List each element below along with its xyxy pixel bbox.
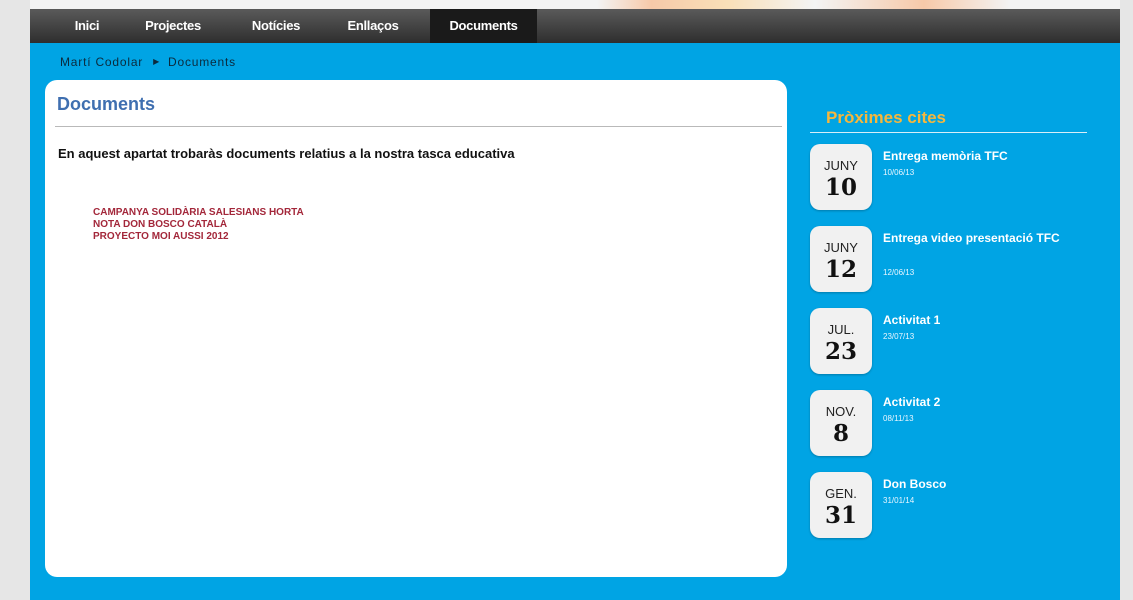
event-title-link[interactable]: Activitat 2 — [883, 394, 1083, 411]
calendar-date-badge: JUNY 12 — [810, 226, 872, 292]
event-day: 31 — [824, 502, 857, 529]
event-month: GEN. — [825, 486, 857, 501]
nav-item-enllacos[interactable]: Enllaços — [338, 9, 408, 43]
calendar-date-badge: NOV. 8 — [810, 390, 872, 456]
header-banner-strip — [30, 0, 1120, 9]
document-link[interactable]: PROYECTO MOI AUSSI 2012 — [93, 231, 304, 243]
sidebar-title: Pròximes cites — [826, 108, 947, 127]
document-link[interactable]: CAMPANYA SOLIDÀRIA SALESIANS HORTA — [93, 207, 304, 219]
title-divider — [55, 126, 782, 127]
event-title-link[interactable]: Activitat 1 — [883, 312, 1083, 329]
event-title-link[interactable]: Entrega memòria TFC — [883, 148, 1083, 165]
document-link[interactable]: NOTA DON BOSCO CATALÀ — [93, 219, 304, 231]
content-panel: Documents En aquest apartat trobaràs doc… — [45, 80, 787, 577]
document-list: CAMPANYA SOLIDÀRIA SALESIANS HORTA NOTA … — [93, 207, 304, 243]
intro-text: En aquest apartat trobaràs documents rel… — [58, 146, 515, 161]
page-frame: Inici Projectes Notícies Enllaços Docume… — [30, 0, 1120, 600]
event-month: NOV. — [825, 404, 857, 419]
event-day: 23 — [824, 338, 857, 365]
calendar-date-badge: GEN. 31 — [810, 472, 872, 538]
breadcrumb-arrow-icon: ▶ — [153, 57, 161, 66]
main-navigation: Inici Projectes Notícies Enllaços Docume… — [30, 9, 1120, 43]
breadcrumb-home-link[interactable]: Martí Codolar — [60, 55, 143, 69]
nav-item-projectes[interactable]: Projectes — [133, 9, 213, 43]
breadcrumb: Martí Codolar ▶ Documents — [60, 55, 236, 69]
calendar-date-badge: JUNY 10 — [810, 144, 872, 210]
calendar-date-badge: JUL. 23 — [810, 308, 872, 374]
event-title-link[interactable]: Entrega video presentació TFC — [883, 230, 1083, 247]
event-date: 31/01/14 — [883, 496, 915, 505]
event-month: JUL. — [827, 322, 855, 337]
event-month: JUNY — [824, 240, 858, 255]
event-title-link[interactable]: Don Bosco — [883, 476, 1083, 493]
event-date: 10/06/13 — [883, 168, 915, 177]
nav-item-noticies[interactable]: Notícies — [241, 9, 311, 43]
breadcrumb-current: Documents — [168, 55, 236, 69]
event-day: 8 — [832, 420, 849, 447]
event-date: 08/11/13 — [883, 414, 914, 423]
nav-item-documents[interactable]: Documents — [430, 9, 537, 43]
event-month: JUNY — [824, 158, 858, 173]
event-day: 10 — [824, 174, 857, 201]
event-date: 12/06/13 — [883, 268, 915, 277]
page-title: Documents — [57, 94, 156, 114]
event-date: 23/07/13 — [883, 332, 915, 341]
event-day: 12 — [824, 256, 857, 283]
nav-item-inici[interactable]: Inici — [66, 9, 108, 43]
sidebar-divider — [810, 132, 1087, 133]
